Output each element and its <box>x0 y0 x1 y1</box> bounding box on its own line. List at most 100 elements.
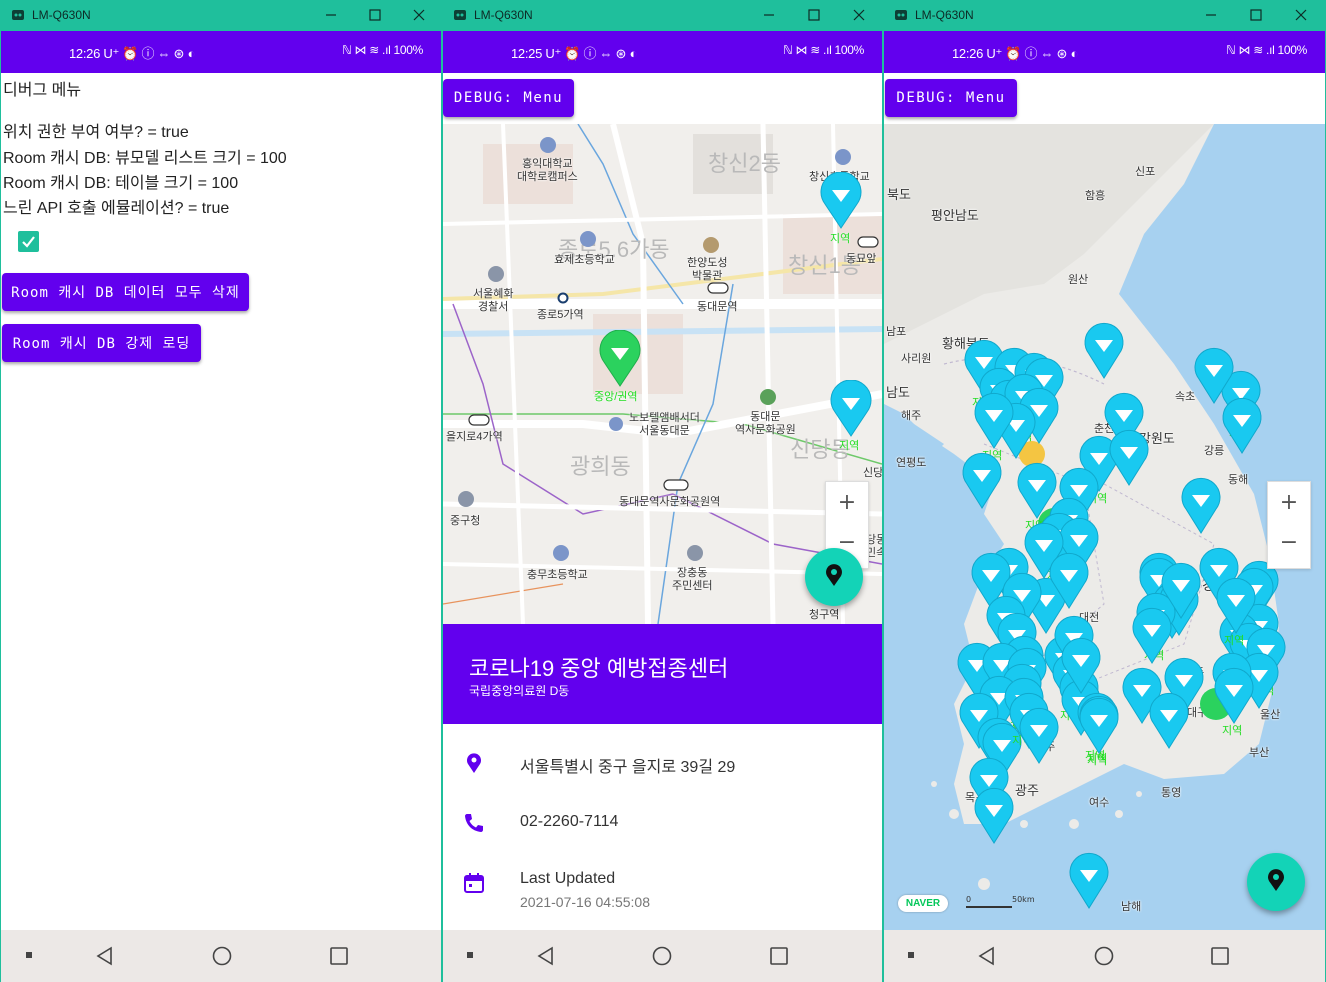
status-left: 12:25 U⁺ ⏰ ⓘ ⇔ ⊛ ◐ <box>511 43 637 62</box>
map-view[interactable]: 창신2동 종로5.6가동 창신1동 광희동 신당동 홍익대학교 대학로캠퍼스 효제… <box>443 124 882 624</box>
map-place: 장충동 주민센터 <box>672 567 713 592</box>
vaccination-center-pin[interactable] <box>1069 852 1109 909</box>
maximize-icon[interactable] <box>1248 6 1264 24</box>
status-time: 12:26 <box>952 46 984 61</box>
home-icon[interactable] <box>1093 945 1115 967</box>
pin-label: 지역 <box>1224 634 1244 647</box>
debug-line-table-size: Room 캐시 DB: 테이블 크기 = 100 <box>3 175 239 192</box>
back-icon[interactable] <box>94 945 116 967</box>
zoom-in-button[interactable]: + <box>826 490 868 515</box>
vaccination-center-pin[interactable] <box>974 787 1014 844</box>
my-location-fab[interactable] <box>1247 853 1305 911</box>
minimize-icon[interactable] <box>323 6 339 24</box>
central-vaccination-center-pin[interactable] <box>598 330 642 388</box>
status-right-icons: ℕ ⋈ ≋ .ıl 100% <box>342 43 423 57</box>
pin-label: 지역 <box>839 440 860 452</box>
window-titlebar[interactable]: LM-Q630N <box>884 0 1325 31</box>
park-icon <box>760 389 776 405</box>
map-place: 동대문역사문화공원역 <box>619 496 721 508</box>
vaccination-center-pin[interactable] <box>1222 397 1262 454</box>
status-left: 12:26 U⁺ ⏰ ⓘ ⇔ ⊛ ◐ <box>952 43 1078 62</box>
vaccination-center-pin[interactable] <box>1132 607 1172 664</box>
delete-cache-button[interactable]: Room 캐시 DB 데이터 모두 삭제 <box>2 273 249 311</box>
vaccination-center-pin[interactable] <box>962 452 1002 509</box>
vaccination-center-pin[interactable] <box>829 380 873 438</box>
window-titlebar[interactable]: LM-Q630N <box>1 0 441 31</box>
vaccination-center-pin[interactable] <box>1079 697 1119 754</box>
korea-pins-layer[interactable]: 지역지역지역지역지역지역지역지역지역지역지역지역지역지역지역지역지역지역지역지역… <box>884 124 1325 930</box>
android-status-bar: 12:25 U⁺ ⏰ ⓘ ⇔ ⊛ ◐ ℕ ⋈ ≋ .ıl 100% <box>443 31 882 73</box>
naver-logo: NAVER <box>898 895 948 912</box>
home-icon[interactable] <box>651 945 673 967</box>
map-place: 노보텔앰배서더 서울동대문 <box>629 412 700 437</box>
minimize-icon[interactable] <box>1203 6 1219 24</box>
check-icon <box>22 236 35 248</box>
close-icon[interactable] <box>1293 6 1309 24</box>
maximize-icon[interactable] <box>367 6 383 24</box>
map-place: 동대문 역사문화공원 <box>735 411 796 436</box>
back-icon[interactable] <box>976 945 998 967</box>
vaccination-center-pin[interactable] <box>1109 429 1149 486</box>
center-name: 코로나19 중앙 예방접종센터 <box>469 656 729 681</box>
nav-dot-icon[interactable] <box>466 951 474 959</box>
vaccination-center-pin[interactable] <box>819 172 863 230</box>
recents-icon[interactable] <box>1209 945 1231 967</box>
station-icon <box>707 282 729 294</box>
last-updated-value: 2021-07-16 04:55:08 <box>520 894 650 910</box>
school-icon <box>553 545 569 561</box>
window-title: LM-Q630N <box>474 8 533 22</box>
zoom-in-button[interactable]: + <box>1268 490 1310 515</box>
scale-bar <box>966 906 1012 908</box>
station-icon <box>557 292 569 304</box>
android-nav-bar <box>884 930 1325 982</box>
school-icon <box>580 231 596 247</box>
map-place: 청구역 <box>809 609 840 621</box>
school-icon <box>540 137 556 153</box>
maximize-icon[interactable] <box>806 6 822 24</box>
debug-line-location-permission: 위치 권한 부여 여부? = true <box>3 124 189 141</box>
phone-window-debug: LM-Q630N 12:26 U⁺ ⏰ ⓘ ⇔ ⊛ ◐ ℕ ⋈ ≋ .ıl 10… <box>1 0 441 982</box>
last-updated-label: Last Updated <box>520 870 616 887</box>
my-location-fab[interactable] <box>805 548 863 606</box>
location-pin-icon <box>1268 869 1284 891</box>
debug-menu-button[interactable]: DEBUG: Menu <box>885 79 1017 117</box>
debug-line-viewmodel-size: Room 캐시 DB: 뷰모델 리스트 크기 = 100 <box>3 150 287 167</box>
debug-menu-button[interactable]: DEBUG: Menu <box>443 79 574 117</box>
debug-menu-title: 디버그 메뉴 <box>3 82 82 99</box>
close-icon[interactable] <box>851 6 867 24</box>
nav-dot-icon[interactable] <box>25 951 33 959</box>
hotel-icon <box>609 417 623 431</box>
window-titlebar[interactable]: LM-Q630N <box>443 0 882 31</box>
phone-row[interactable]: 02-2260-7114 <box>443 794 882 854</box>
map-place: 종로5가역 <box>537 309 584 321</box>
vaccination-center-pin[interactable] <box>1181 477 1221 534</box>
station-icon <box>663 479 689 491</box>
minimize-icon[interactable] <box>761 6 777 24</box>
updated-row: Last Updated 2021-07-16 04:55:08 <box>443 858 882 918</box>
status-left: 12:26 U⁺ ⏰ ⓘ ⇔ ⊛ ◐ <box>69 43 195 62</box>
back-icon[interactable] <box>535 945 557 967</box>
korea-map-view[interactable]: 신포 함흥 평안남도 북도 원산 남포 황해북도 사리원 속초 해주 강원도 연… <box>884 124 1325 930</box>
office-icon <box>687 545 703 561</box>
close-icon[interactable] <box>411 6 427 24</box>
home-icon[interactable] <box>211 945 233 967</box>
status-notification-icons: U⁺ ⏰ ⓘ ⇔ ⊛ ◐ <box>986 46 1078 61</box>
vaccination-center-pin[interactable] <box>1149 692 1189 749</box>
zoom-out-button[interactable]: − <box>1268 530 1310 555</box>
window-title: LM-Q630N <box>915 8 974 22</box>
app-icon <box>895 10 907 20</box>
address-row[interactable]: 서울특별시 중구 을지로 39길 29 <box>443 734 882 794</box>
android-nav-bar <box>443 930 882 982</box>
vaccination-center-pin[interactable] <box>1019 707 1059 764</box>
pin-label: 지역 <box>830 233 851 245</box>
recents-icon[interactable] <box>328 945 350 967</box>
slow-api-checkbox[interactable] <box>18 231 39 252</box>
zoom-control: + − <box>1267 481 1311 569</box>
status-notification-icons: U⁺ ⏰ ⓘ ⇔ ⊛ ◐ <box>103 46 195 61</box>
debug-line-slow-api: 느린 API 호출 에뮬레이션? = true <box>3 200 230 217</box>
vaccination-center-pin[interactable] <box>1084 322 1124 379</box>
recents-icon[interactable] <box>768 945 790 967</box>
status-time: 12:26 <box>69 46 101 61</box>
force-load-cache-button[interactable]: Room 캐시 DB 강제 로딩 <box>2 324 201 362</box>
nav-dot-icon[interactable] <box>907 951 915 959</box>
